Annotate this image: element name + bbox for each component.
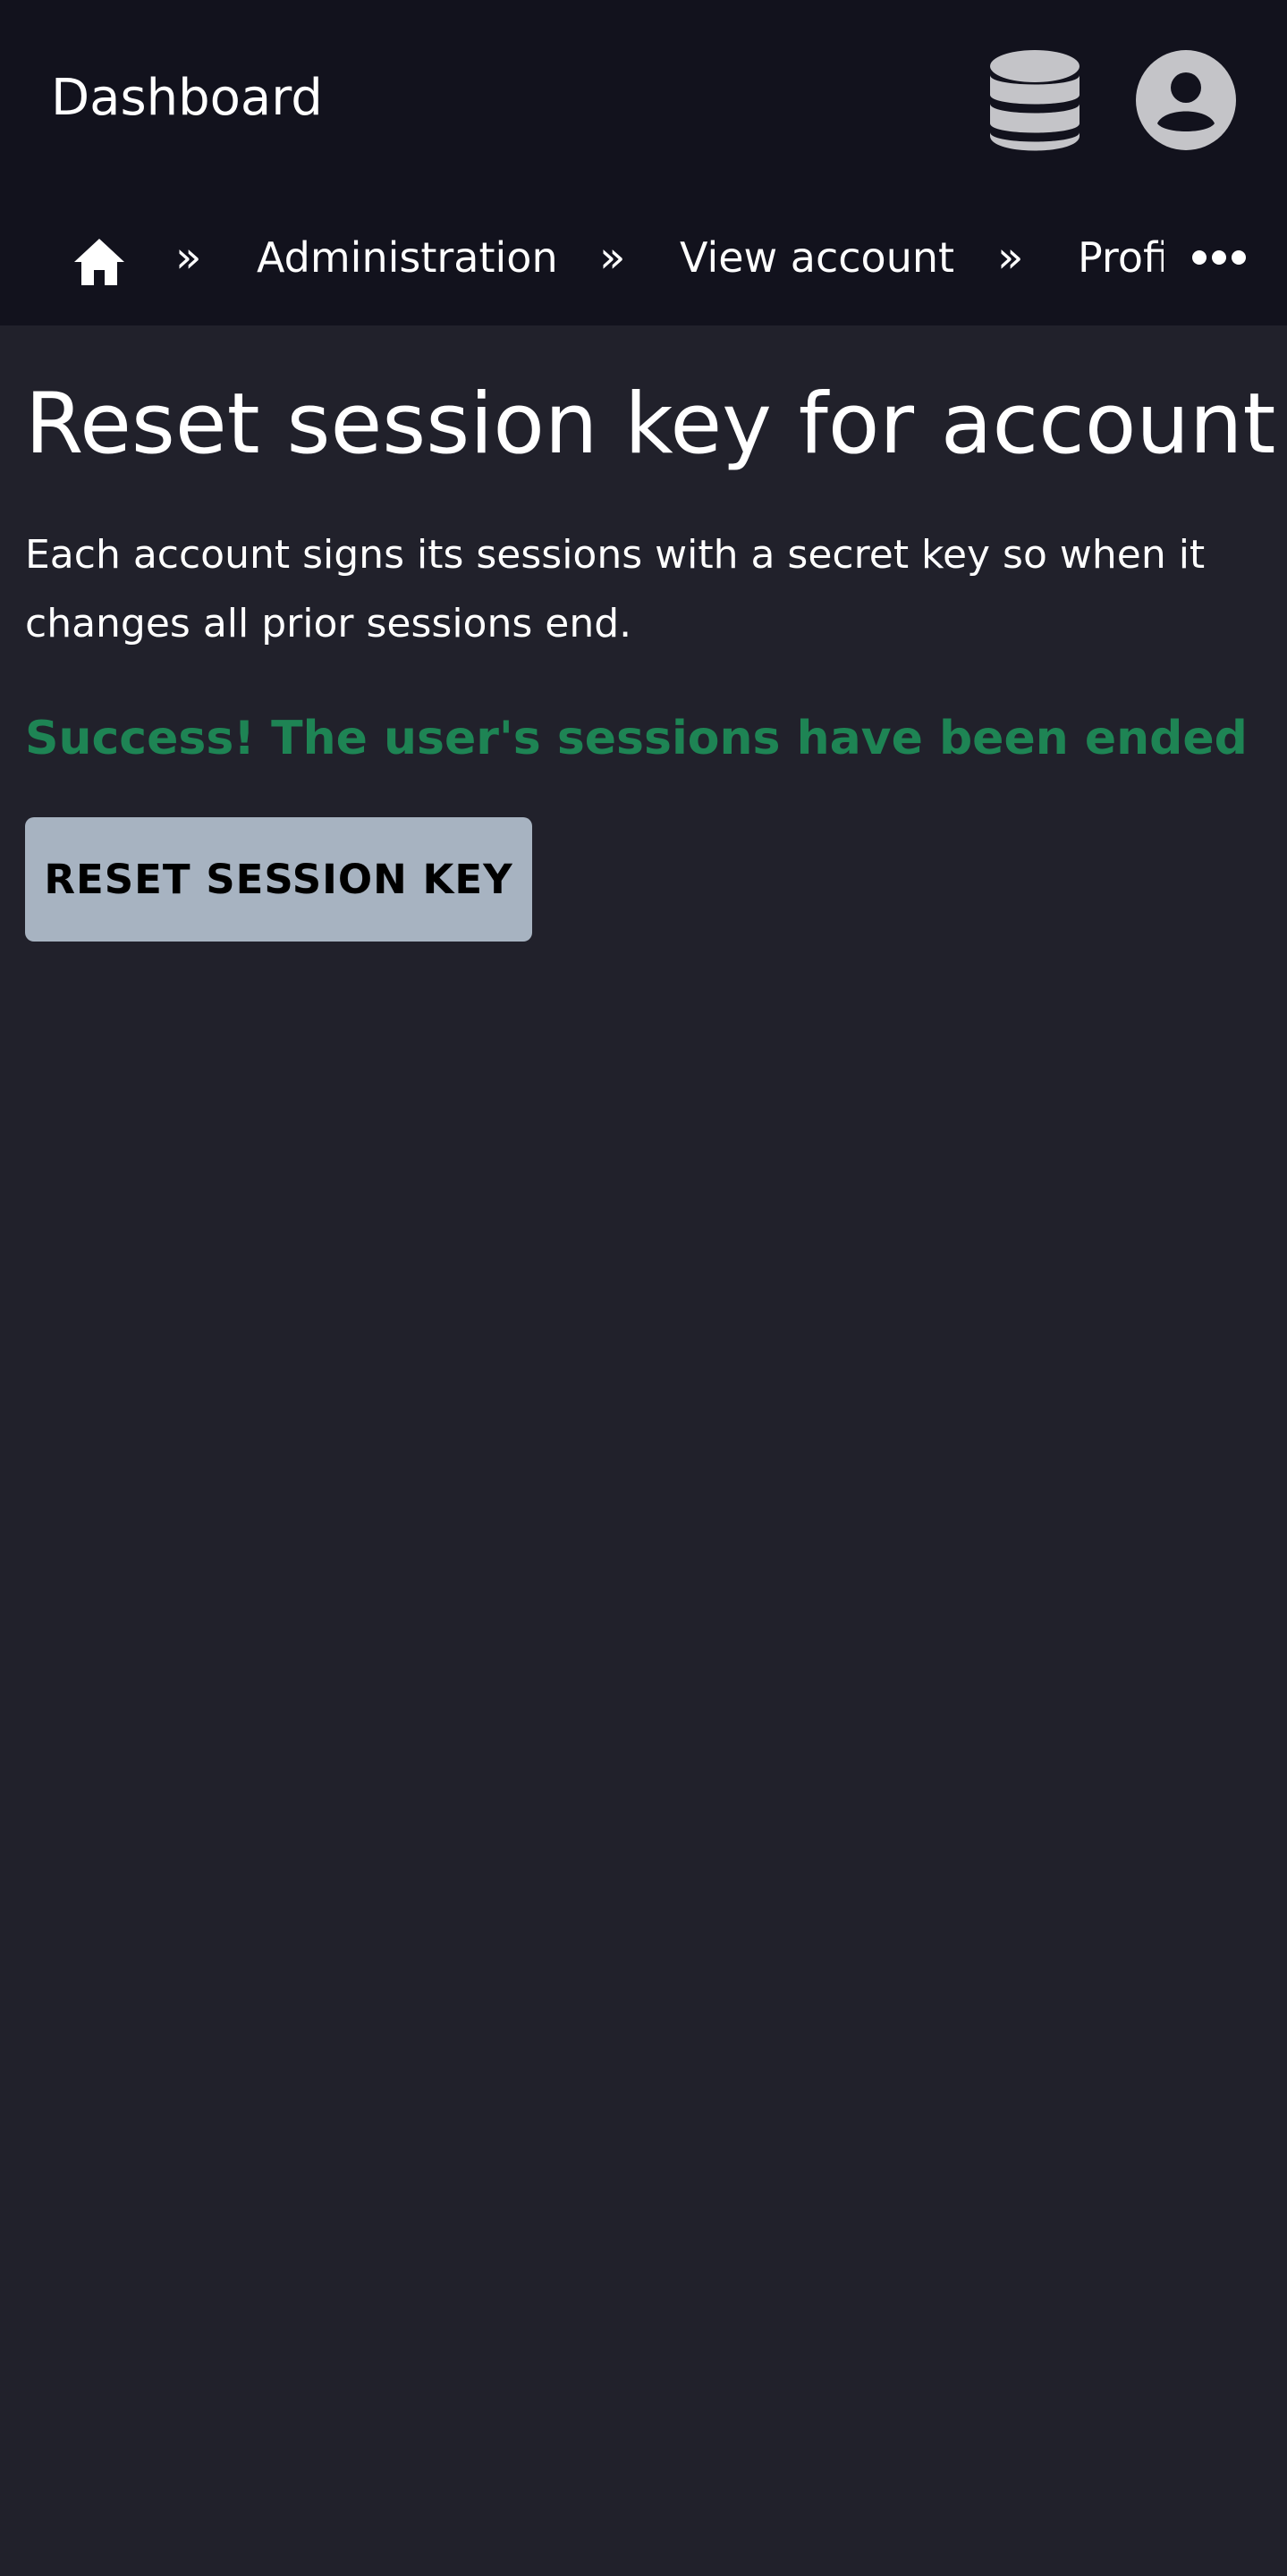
app-title[interactable]: Dashboard (51, 68, 323, 129)
database-icon[interactable] (990, 48, 1080, 152)
success-message: Success! The user's sessions have been e… (25, 712, 1248, 765)
top-bar: Dashboard (0, 0, 1287, 198)
breadcrumb-separator: » (175, 232, 202, 283)
reset-session-key-button[interactable]: RESET SESSION KEY (25, 817, 532, 942)
breadcrumb: » Administration » View account » Profi (0, 198, 1287, 325)
user-circle-icon[interactable] (1136, 50, 1236, 150)
breadcrumb-item-administration[interactable]: Administration (257, 231, 558, 284)
more-horizontal-icon[interactable] (1191, 247, 1247, 268)
breadcrumb-separator: » (997, 232, 1024, 283)
page-title: Reset session key for account (25, 376, 1276, 473)
page-description: Each account signs its sessions with a s… (25, 532, 1206, 646)
breadcrumb-separator: » (599, 232, 626, 283)
breadcrumb-item-profile[interactable]: Profi (1078, 231, 1164, 284)
breadcrumb-item-view-account[interactable]: View account (680, 231, 954, 284)
home-icon[interactable] (73, 236, 125, 288)
